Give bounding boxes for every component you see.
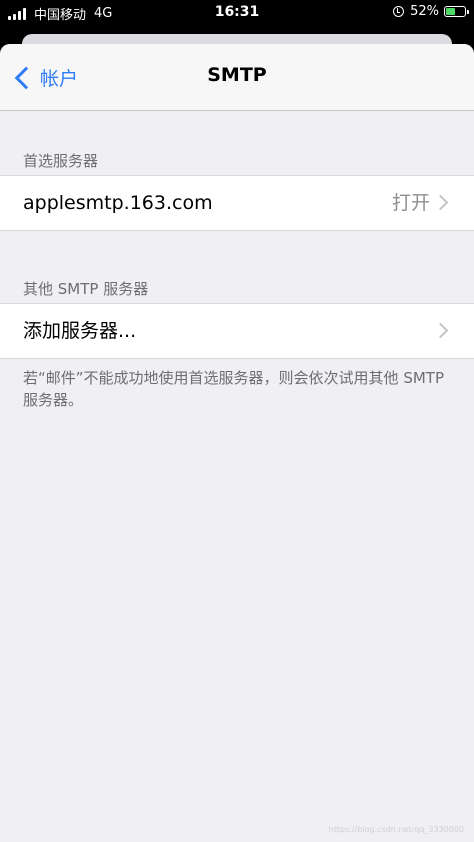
chevron-right-icon — [432, 322, 449, 339]
status-bar: 中国移动 4G 16:31 52% — [0, 0, 474, 24]
chevron-right-icon — [432, 194, 449, 211]
primary-server-row[interactable]: applesmtp.163.com 打开 — [0, 175, 474, 231]
alarm-icon — [393, 6, 405, 17]
watermark-text: https://blog.csdn.net/qq_3330000 — [328, 825, 464, 834]
primary-server-status: 打开 — [391, 192, 430, 214]
add-server-row[interactable]: 添加服务器... — [0, 303, 474, 359]
add-server-label: 添加服务器... — [23, 320, 137, 342]
primary-server-name: applesmtp.163.com — [23, 192, 213, 214]
smtp-settings-sheet: 帐户 SMTP 首选服务器 applesmtp.163.com 打开 其他 SM… — [0, 44, 474, 842]
phone-screen: 中国移动 4G 16:31 52% 帐户 SMTP 首选服务器 applesmt… — [0, 0, 474, 842]
status-right: 52% — [393, 4, 469, 19]
battery-percent: 52% — [410, 4, 439, 19]
battery-icon — [444, 6, 469, 17]
primary-server-header: 首选服务器 — [23, 152, 99, 170]
footer-note: 若“邮件”不能成功地使用首选服务器，则会依次试用其他 SMTP 服务器。 — [23, 369, 444, 409]
other-servers-header: 其他 SMTP 服务器 — [23, 280, 149, 298]
navigation-bar: 帐户 SMTP — [0, 44, 474, 111]
page-title: SMTP — [207, 64, 267, 86]
battery-fill — [446, 8, 456, 15]
